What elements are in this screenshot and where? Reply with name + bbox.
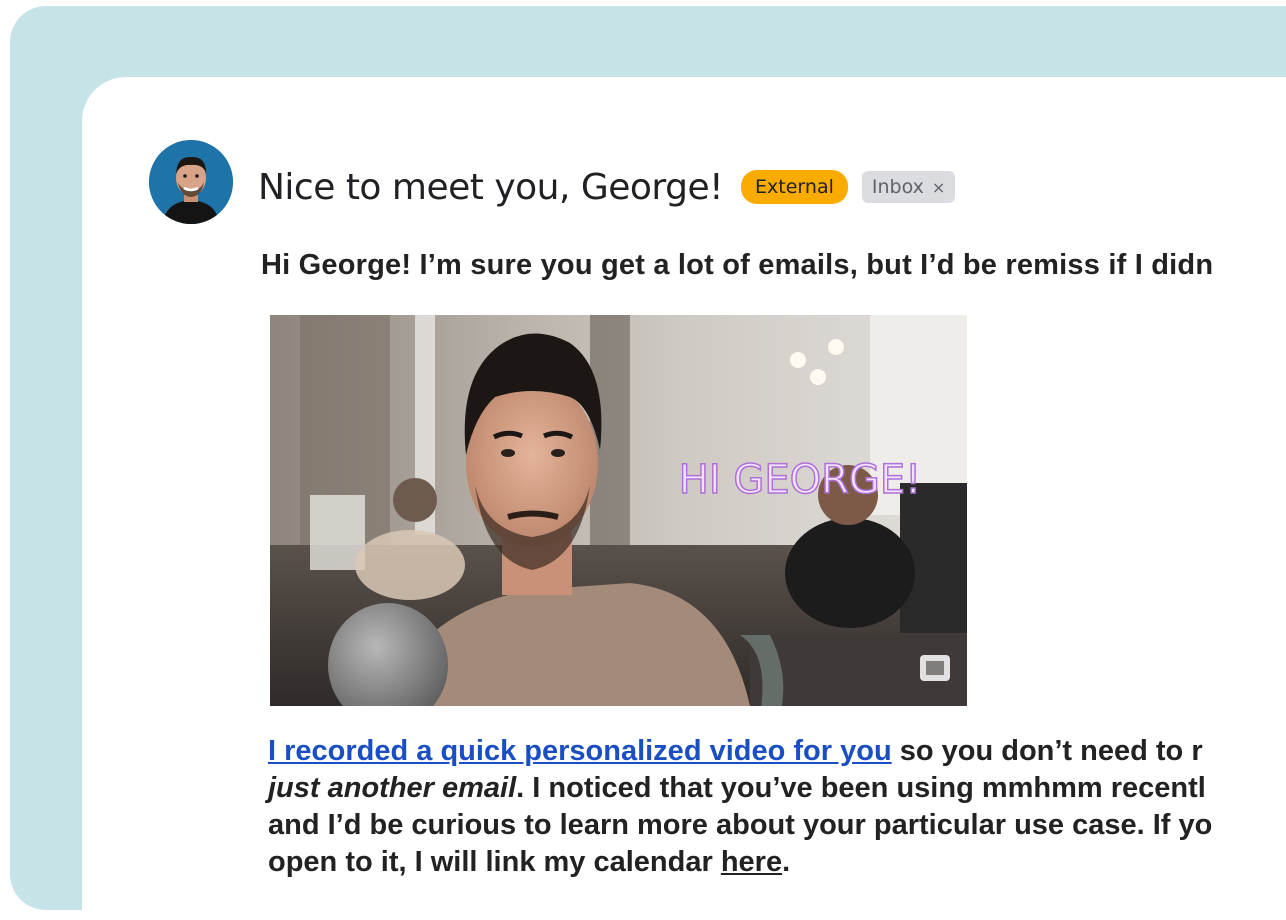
calendar-link[interactable]: here — [721, 846, 782, 878]
email-subject: Nice to meet you, George! — [258, 166, 724, 208]
body-line-2-italic: just another email — [268, 772, 517, 804]
greeting-line: Hi George! I’m sure you get a lot of ema… — [261, 249, 1214, 281]
body-line-1: I recorded a quick personalized video fo… — [268, 733, 1286, 770]
body-line-4-post: . — [782, 846, 791, 878]
inbox-label: Inbox × — [861, 171, 956, 203]
subject-row: Nice to meet you, George! External Inbox… — [258, 163, 956, 211]
body-line-3: and I’d be curious to learn more about y… — [268, 809, 1213, 841]
body-line-4-pre: open to it, I will link my calendar — [268, 846, 721, 878]
video-overlay-text: HI GEORGE! — [679, 457, 921, 503]
external-label: External — [741, 170, 848, 204]
remove-label-icon[interactable]: × — [932, 178, 945, 197]
body-line-2: just another email. I noticed that you’v… — [268, 770, 1286, 807]
email-body: I recorded a quick personalized video fo… — [268, 733, 1286, 881]
body-line-4: open to it, I will link my calendar here… — [268, 844, 1286, 881]
inbox-label-text: Inbox — [871, 176, 924, 198]
sender-avatar[interactable] — [149, 140, 233, 224]
body-line-2-rest: . I noticed that you’ve been using mmhmm… — [516, 772, 1206, 804]
video-thumbnail[interactable]: HI GEORGE! — [270, 315, 967, 706]
email-message: Nice to meet you, George! External Inbox… — [82, 77, 1286, 910]
mmhmm-logo-icon — [920, 655, 950, 681]
body-line-1-rest: so you don’t need to r — [891, 735, 1203, 767]
video-link[interactable]: I recorded a quick personalized video fo… — [268, 735, 892, 767]
